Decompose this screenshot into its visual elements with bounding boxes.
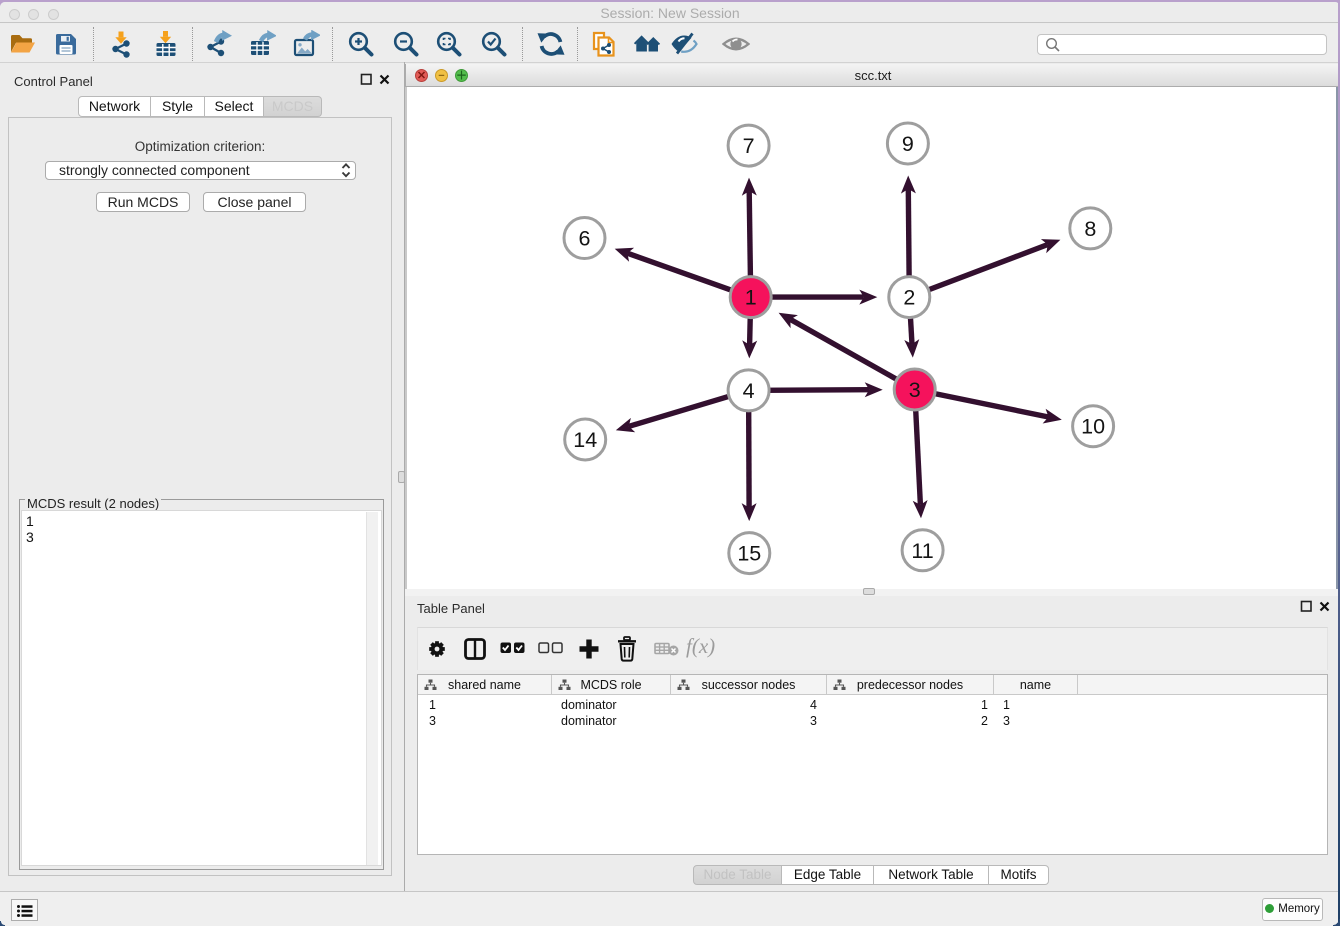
svg-text:2: 2 [903,286,915,310]
svg-text:7: 7 [743,134,755,158]
svg-text:1: 1 [745,286,757,310]
svg-text:15: 15 [737,542,761,566]
svg-text:11: 11 [911,539,933,563]
svg-text:9: 9 [902,132,914,156]
svg-text:6: 6 [579,227,591,251]
svg-text:3: 3 [909,378,921,402]
svg-text:8: 8 [1084,217,1096,241]
svg-text:14: 14 [573,428,597,452]
svg-text:10: 10 [1081,415,1105,439]
svg-text:4: 4 [743,379,755,403]
